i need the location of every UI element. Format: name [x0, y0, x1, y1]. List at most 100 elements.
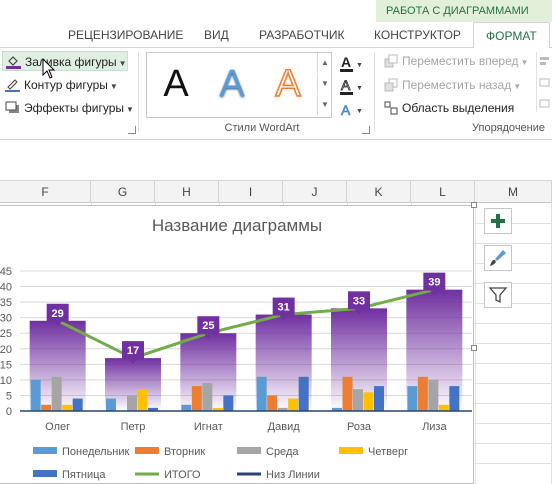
shape-fill-label: Заливка фигуры — [25, 55, 117, 69]
bar-3-0 — [62, 404, 73, 411]
bar-3-5 — [438, 404, 449, 411]
gallery-scroll-up-icon[interactable]: ▲ — [317, 53, 332, 73]
x-tick-label: Петр — [121, 421, 146, 433]
wordart-launcher-icon[interactable] — [362, 126, 370, 134]
bar-2-1 — [127, 395, 137, 411]
tab-review[interactable]: РЕЦЕНЗИРОВАНИЕ — [68, 22, 183, 48]
legend-label: Вторник — [164, 446, 205, 458]
filter-icon — [488, 287, 508, 304]
selection-pane-button[interactable]: Область выделения — [384, 98, 514, 118]
paint-bucket-icon — [6, 56, 21, 69]
legend-label: Понедельник — [62, 446, 130, 458]
column-header-m[interactable]: M — [475, 181, 552, 203]
chevron-down-icon: ▼ — [513, 82, 522, 91]
selection-pane-icon — [384, 101, 398, 115]
send-backward-label: Переместить назад — [402, 78, 512, 92]
bar-4-3 — [298, 376, 309, 411]
y-tick-label: 0 — [6, 406, 12, 418]
legend-label: ИТОГО — [164, 469, 201, 481]
wordart-style-orange[interactable]: A — [263, 61, 313, 107]
tab-view[interactable]: ВИД — [204, 22, 229, 48]
column-headers: F G H I J K L M — [0, 181, 552, 203]
column-header-g[interactable]: G — [91, 181, 155, 203]
y-tick-label: 20 — [0, 344, 12, 356]
shape-outline-button[interactable]: Контур фигуры ▼ — [2, 75, 118, 95]
wordart-gallery[interactable]: A A A ▲ ▼ ▼ — [146, 52, 332, 118]
column-header-i[interactable]: I — [219, 181, 283, 203]
gallery-scroll-down-icon[interactable]: ▼ — [317, 74, 332, 94]
chevron-down-icon: ▼ — [118, 59, 127, 68]
shape-styles-launcher-icon[interactable] — [128, 126, 136, 134]
wordart-style-blue[interactable]: A — [207, 61, 257, 107]
chart-elements-button[interactable] — [484, 208, 512, 234]
send-backward-button[interactable]: Переместить назад ▼ — [384, 75, 521, 95]
selection-pane-label: Область выделения — [402, 101, 515, 115]
bar-0-1 — [106, 398, 116, 411]
tab-format[interactable]: ФОРМАТ — [473, 22, 550, 49]
shape-effects-icon — [5, 101, 19, 113]
tab-developer[interactable]: РАЗРАБОТЧИК — [259, 22, 345, 48]
shape-fill-button[interactable]: Заливка фигуры ▼ — [2, 51, 128, 71]
formula-bar-area — [0, 141, 552, 181]
shape-effects-label: Эффекты фигуры — [24, 101, 125, 115]
plus-icon — [491, 214, 505, 228]
bar-4-0 — [72, 398, 83, 411]
text-outline-button[interactable]: A ▼ — [338, 77, 366, 97]
chart-plot[interactable]: 0 5 10 15 20 25 30 35 40 45 29 17 25 31 33 39 Олег Петр Иг… — [0, 206, 474, 484]
text-fill-button[interactable]: A ▼ — [338, 54, 366, 74]
svg-text:▼: ▼ — [356, 85, 363, 92]
tab-design[interactable]: КОНСТРУКТОР — [374, 22, 461, 48]
text-fill-icon: A ▼ — [340, 54, 363, 72]
text-effects-button[interactable]: A ▼ — [338, 100, 366, 120]
legend-label: Пятница — [62, 469, 106, 481]
bring-forward-label: Переместить вперед — [402, 54, 519, 68]
column-header-f[interactable]: F — [0, 181, 91, 203]
column-header-h[interactable]: H — [155, 181, 219, 203]
column-header-k[interactable]: K — [347, 181, 411, 203]
y-tick-label: 10 — [0, 375, 12, 387]
x-tick-label: Роза — [347, 421, 372, 433]
wordart-style-black[interactable]: A — [151, 61, 201, 107]
bar-1-5 — [417, 376, 428, 411]
data-label: 25 — [202, 320, 214, 332]
x-tick-label: Давид — [268, 421, 301, 433]
svg-text:A: A — [341, 102, 351, 118]
shape-effects-button[interactable]: Эффекты фигуры ▼ — [2, 98, 134, 118]
pencil-icon — [5, 79, 20, 92]
chart-filters-button[interactable] — [484, 282, 512, 308]
y-tick-label: 25 — [0, 328, 12, 340]
resize-handle[interactable] — [471, 345, 477, 351]
align-icons-column — [536, 52, 552, 112]
legend-swatch — [33, 447, 57, 454]
arrange-group-label: Упорядочение — [472, 122, 545, 134]
svg-text:A: A — [341, 54, 351, 70]
resize-handle[interactable] — [471, 202, 477, 208]
align-icon[interactable] — [537, 52, 551, 112]
legend-label: Низ Линии — [266, 469, 320, 481]
gallery-more-icon[interactable]: ▼ — [317, 95, 332, 115]
chart-styles-button[interactable] — [484, 245, 512, 271]
chart-area[interactable]: Название диаграммы 0 5 10 15 20 25 30 35 40 45 29 1… — [0, 205, 474, 484]
bar-3-4 — [363, 392, 374, 411]
chevron-down-icon: ▼ — [520, 58, 529, 67]
bar-2-4 — [353, 389, 363, 411]
svg-text:▼: ▼ — [356, 108, 363, 115]
svg-text:▼: ▼ — [356, 62, 363, 69]
text-effects-icon: A ▼ — [341, 102, 363, 119]
bar-0-3 — [256, 376, 267, 411]
data-label: 33 — [353, 295, 365, 307]
bar-3-3 — [288, 398, 299, 411]
data-label: 39 — [428, 277, 440, 289]
wordart-styles-group-label: Стили WordArt — [224, 122, 300, 134]
bar-2-2 — [202, 383, 213, 411]
bring-forward-button[interactable]: Переместить вперед ▼ — [384, 51, 528, 71]
svg-text:A: A — [341, 77, 351, 93]
column-header-j[interactable]: J — [283, 181, 347, 203]
bar-4-5 — [449, 386, 460, 411]
column-header-l[interactable]: L — [411, 181, 475, 203]
bar-1-4 — [342, 376, 353, 411]
data-label: 17 — [127, 345, 139, 357]
legend-label: Среда — [266, 446, 299, 458]
legend-swatch — [237, 447, 261, 454]
data-label: 29 — [52, 308, 64, 320]
